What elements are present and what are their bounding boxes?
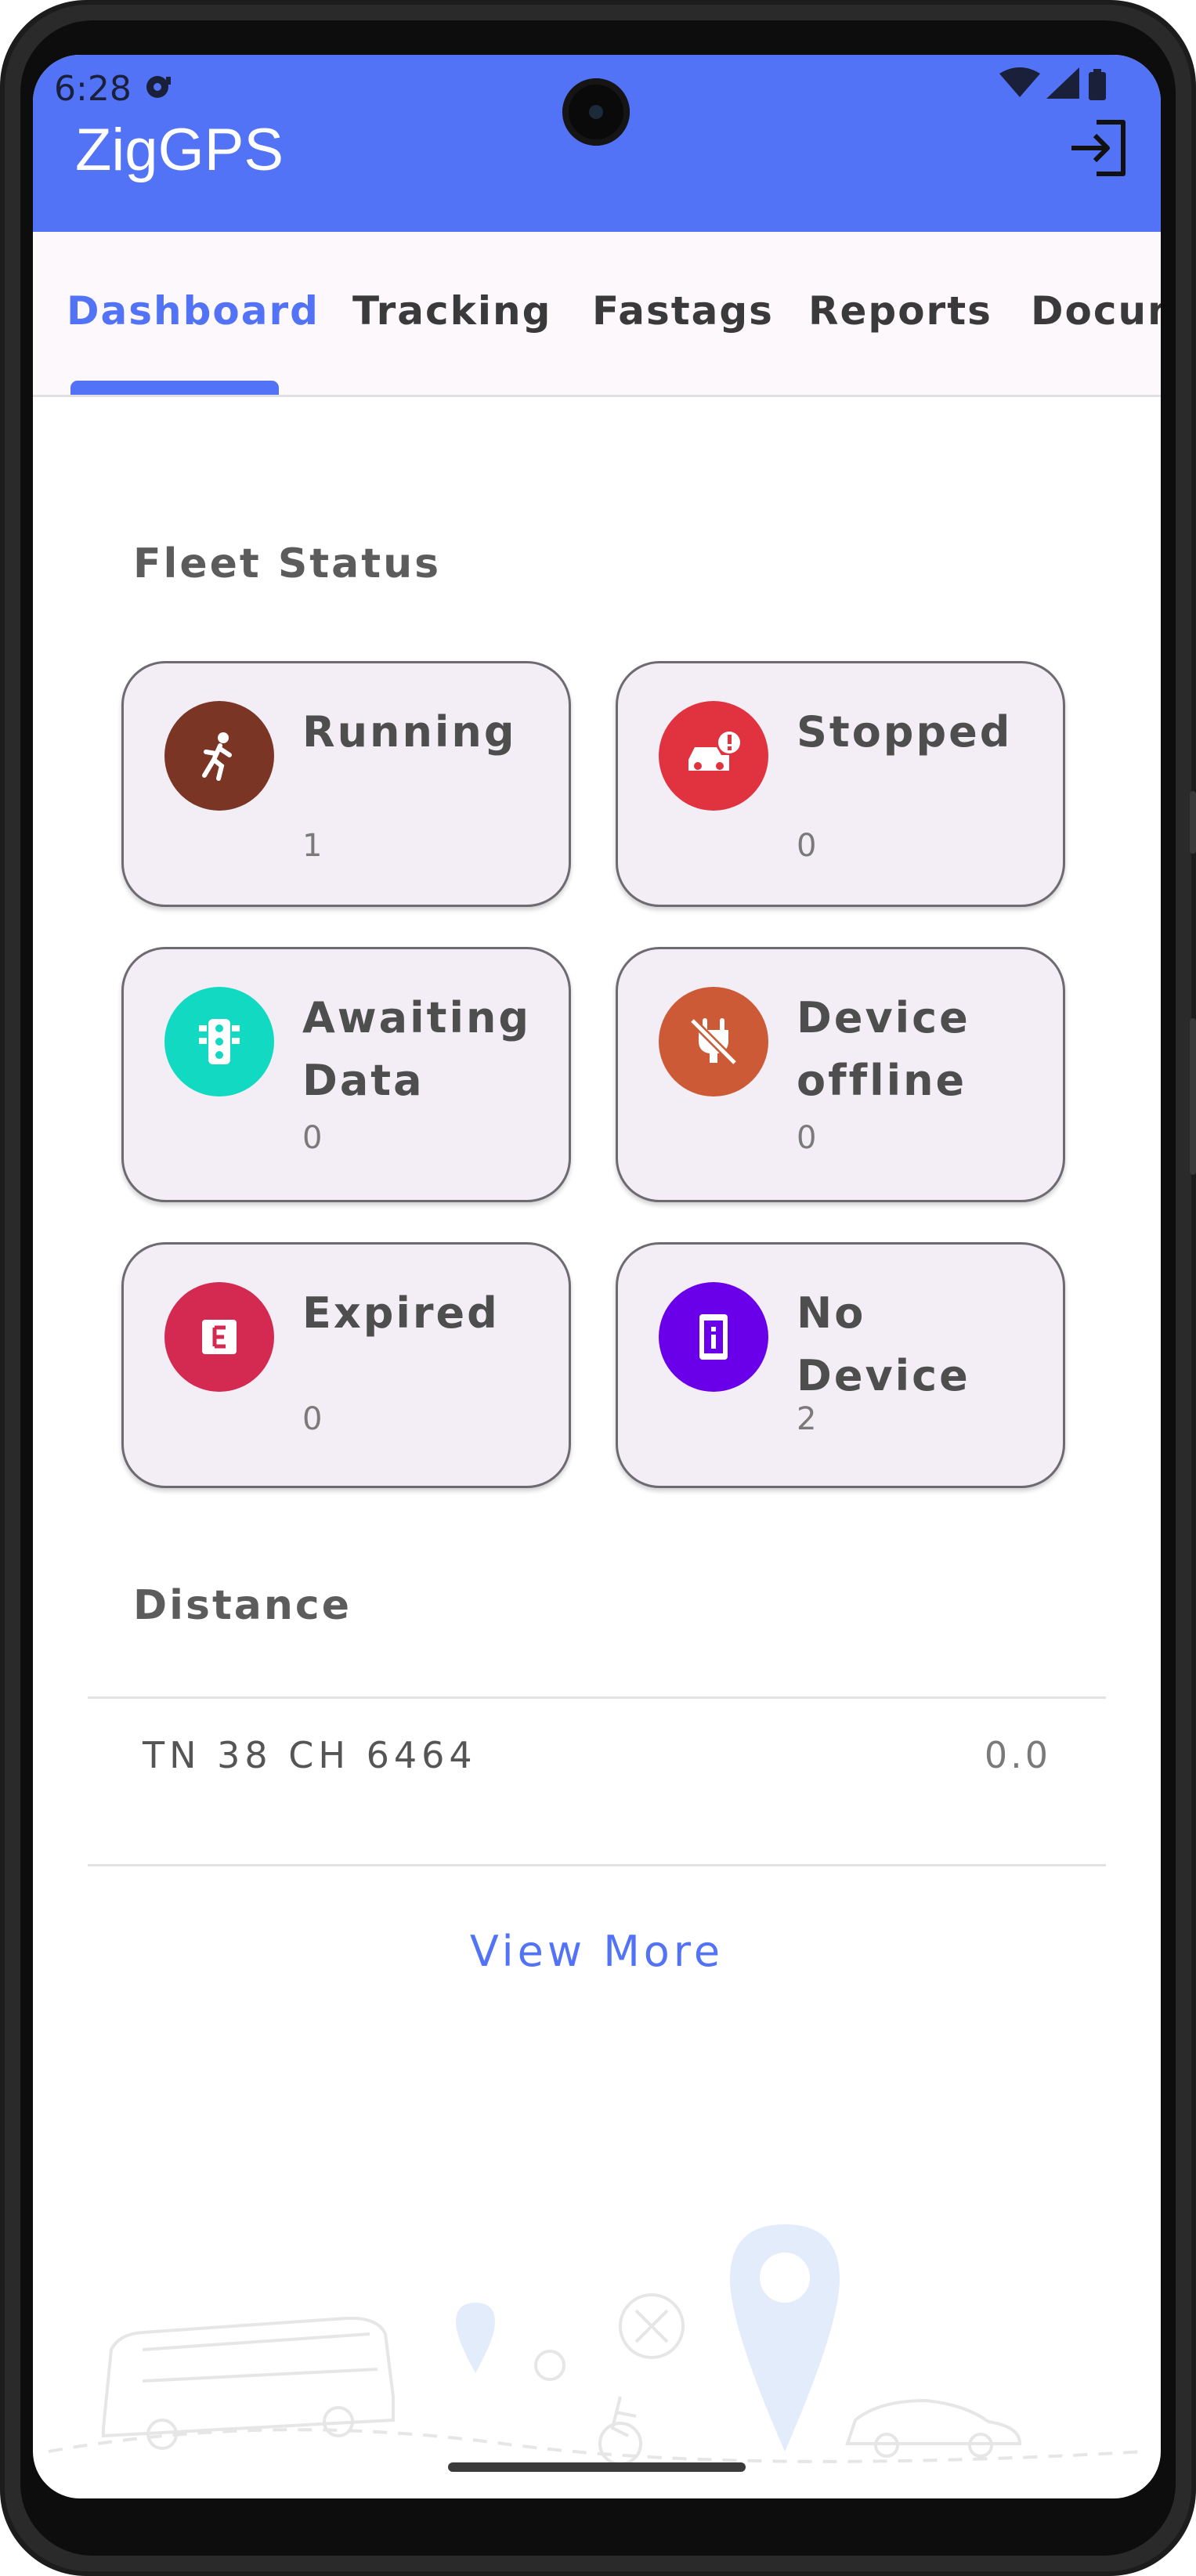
status-card-awaiting-data[interactable]: Awaiting Data 0 bbox=[121, 947, 571, 1202]
status-card-count: 2 bbox=[797, 1401, 817, 1437]
app-title: ZigGPS bbox=[75, 117, 284, 183]
status-card-label: No Device bbox=[797, 1288, 970, 1400]
tab-dashboard[interactable]: Dashboard bbox=[67, 288, 320, 334]
tab-tracking[interactable]: Tracking bbox=[352, 288, 551, 334]
status-card-count: 0 bbox=[302, 1120, 323, 1156]
travel-illustration bbox=[48, 2224, 1146, 2466]
distance-vehicle: TN 38 CH 6464 bbox=[143, 1734, 477, 1776]
traffic-light-icon bbox=[164, 987, 274, 1097]
wifi-icon bbox=[999, 67, 1040, 97]
status-card-device-offline[interactable]: Device offline 0 bbox=[616, 947, 1065, 1202]
phone-frame: 6:28 ZigGPS Dashboard Tracking Fastags R… bbox=[0, 0, 1196, 2576]
car-alert-icon bbox=[659, 701, 768, 811]
tab-documents[interactable]: Docum bbox=[1031, 288, 1161, 334]
front-camera bbox=[562, 78, 630, 146]
status-card-label: Device offline bbox=[797, 993, 970, 1105]
app-bar: 6:28 ZigGPS bbox=[33, 55, 1161, 232]
status-card-label: Awaiting Data bbox=[302, 993, 532, 1105]
divider bbox=[88, 1864, 1106, 1866]
distance-title: Distance bbox=[133, 1582, 352, 1629]
volume-button bbox=[1190, 1018, 1196, 1175]
home-indicator[interactable] bbox=[448, 2462, 746, 2472]
status-card-label: Stopped bbox=[797, 707, 1013, 757]
fleet-status-title: Fleet Status bbox=[133, 540, 442, 587]
notification-icon bbox=[146, 76, 171, 98]
device-info-icon bbox=[659, 1282, 768, 1392]
status-time: 6:28 bbox=[54, 69, 132, 109]
view-more-link[interactable]: View More bbox=[33, 1927, 1161, 1976]
power-button bbox=[1190, 791, 1196, 854]
status-card-count: 0 bbox=[797, 1120, 817, 1156]
tab-bar: Dashboard Tracking Fastags Reports Docum bbox=[33, 232, 1161, 397]
tab-reports[interactable]: Reports bbox=[808, 288, 992, 334]
expired-badge-icon bbox=[164, 1282, 274, 1392]
screen: 6:28 ZigGPS Dashboard Tracking Fastags R… bbox=[33, 55, 1161, 2498]
tab-fastags[interactable]: Fastags bbox=[592, 288, 774, 334]
status-card-no-device[interactable]: No Device 2 bbox=[616, 1242, 1065, 1488]
divider bbox=[88, 1696, 1106, 1699]
status-card-count: 1 bbox=[302, 828, 323, 864]
status-card-count: 0 bbox=[302, 1401, 323, 1437]
battery-icon bbox=[1089, 69, 1106, 100]
logout-icon[interactable] bbox=[1065, 114, 1133, 182]
plug-off-icon bbox=[659, 987, 768, 1097]
car-illustration bbox=[845, 2398, 1022, 2445]
status-card-expired[interactable]: Expired 0 bbox=[121, 1242, 571, 1488]
signal-icon bbox=[1046, 67, 1079, 99]
status-card-label: Expired bbox=[302, 1288, 500, 1338]
status-card-label: Running bbox=[302, 707, 517, 757]
status-card-running[interactable]: Running 1 bbox=[121, 661, 571, 907]
status-card-stopped[interactable]: Stopped 0 bbox=[616, 661, 1065, 907]
status-icons bbox=[999, 67, 1106, 100]
running-person-icon bbox=[164, 701, 274, 811]
distance-value: 0.0 bbox=[984, 1734, 1051, 1776]
active-tab-indicator bbox=[70, 381, 279, 395]
status-card-count: 0 bbox=[797, 828, 817, 864]
